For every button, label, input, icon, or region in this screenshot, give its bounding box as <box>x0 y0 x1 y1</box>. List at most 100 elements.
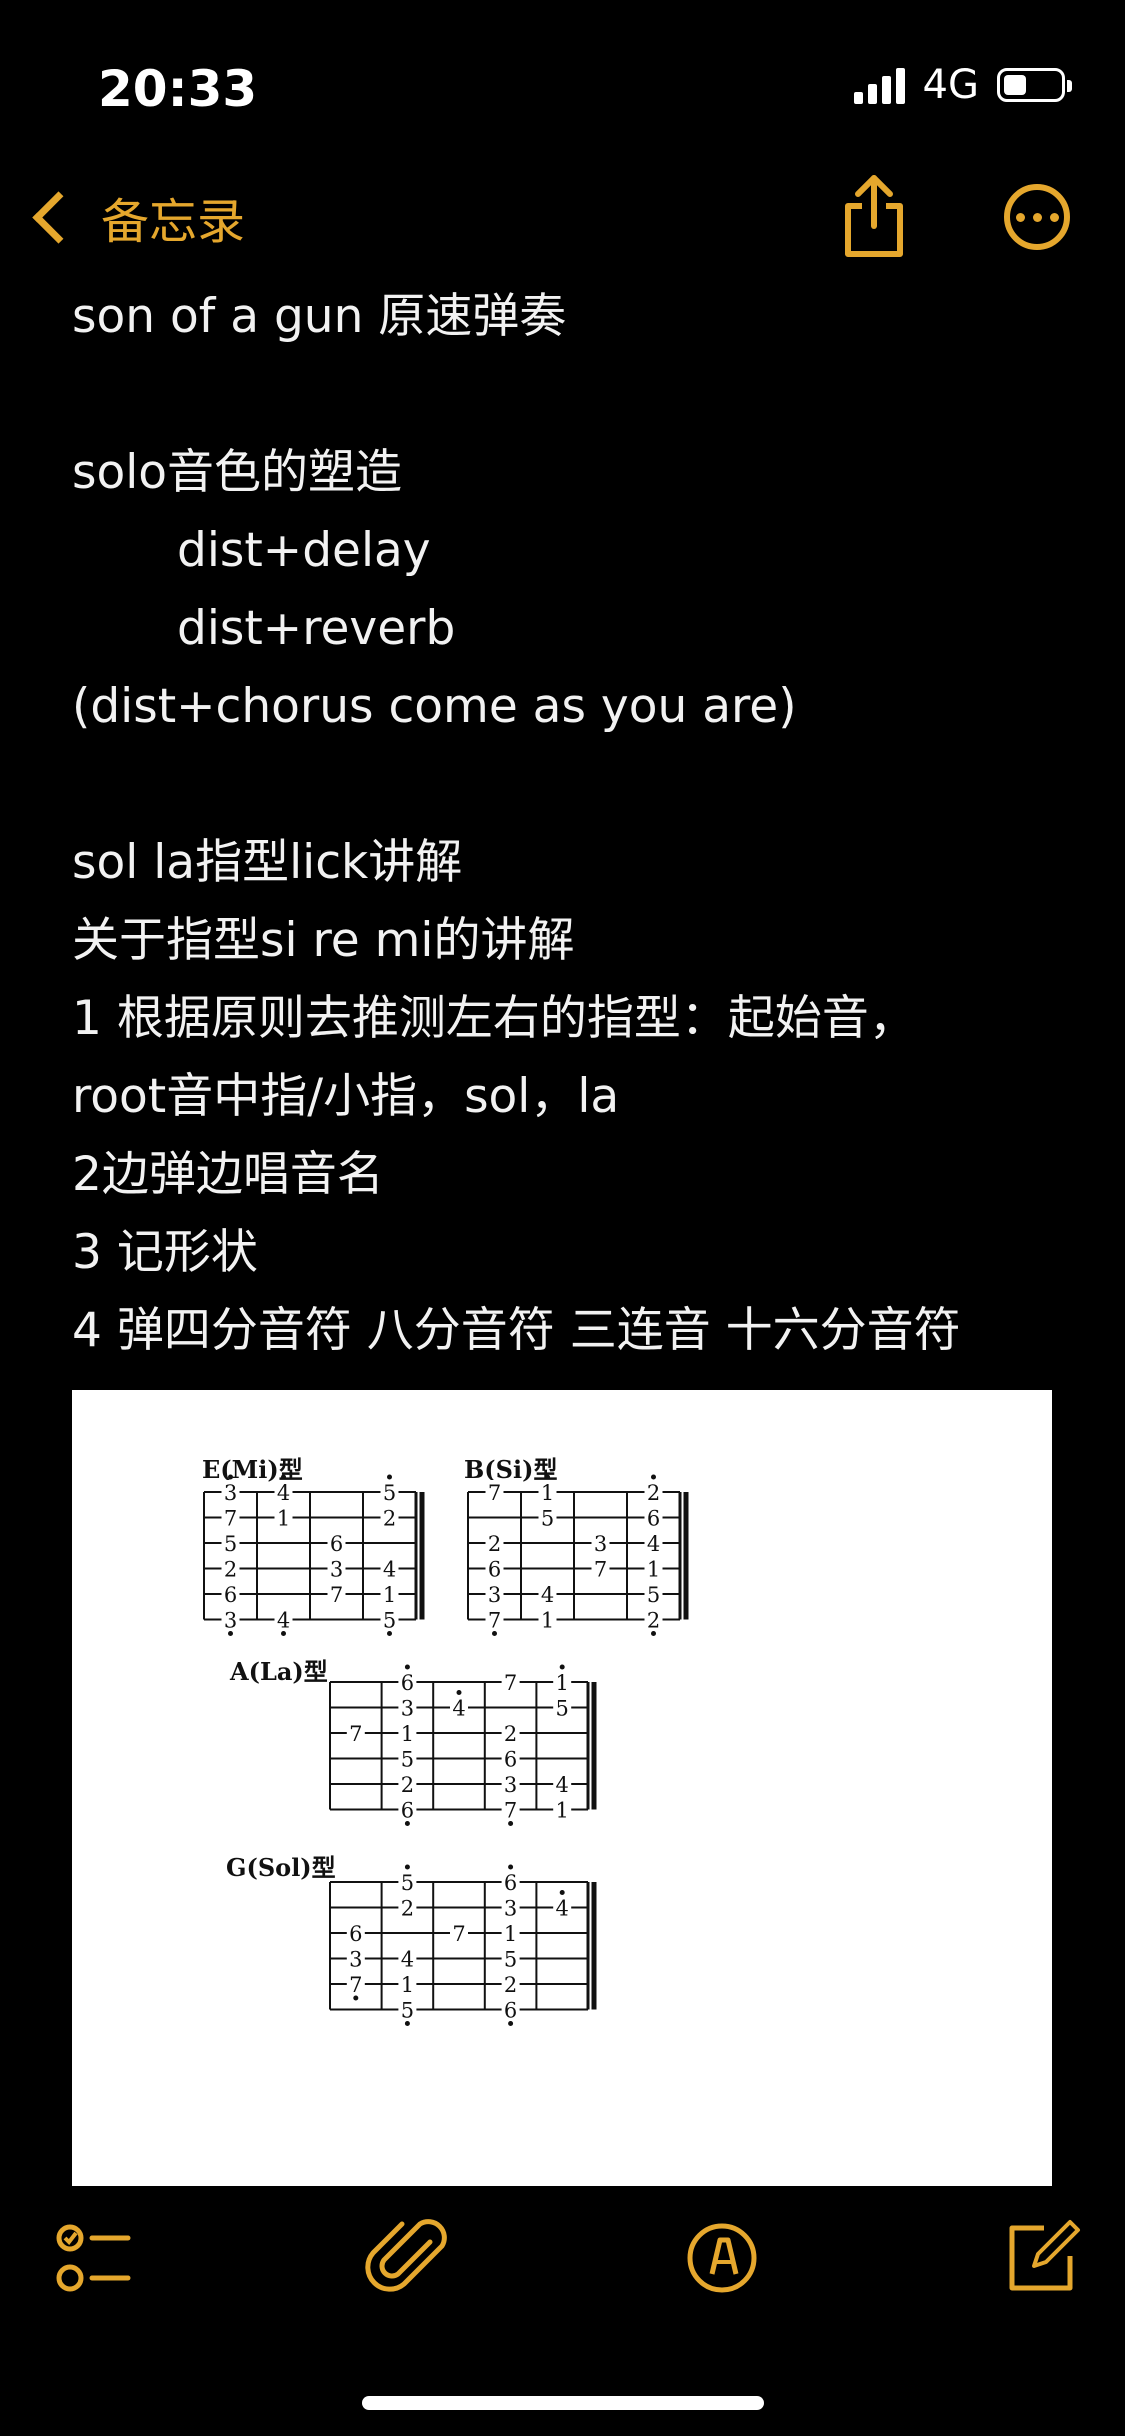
note-number: 3 <box>224 1609 237 1633</box>
back-button[interactable]: 备忘录 <box>26 182 245 252</box>
cellular-signal-icon <box>853 66 905 104</box>
note-number: 4 <box>401 1948 414 1972</box>
fretboard-diagrams: E(Mi)型37526341463752415B(Si)型72637154137… <box>202 1455 689 2026</box>
note-number: 7 <box>349 1722 362 1746</box>
note-number: 7 <box>488 1481 501 1505</box>
network-type: 4G <box>922 62 979 108</box>
markup-icon[interactable] <box>672 2208 772 2308</box>
note-number: 2 <box>647 1609 660 1633</box>
note-number: 6 <box>330 1532 343 1556</box>
note-number: 2 <box>224 1558 237 1582</box>
diagram-title: B(Si)型 <box>464 1455 557 1484</box>
battery-icon <box>997 68 1072 102</box>
embedded-image[interactable]: E(Mi)型 3 7 5 2 6 3 4 1 4 6 3 7 5 2 4 1 5 B(Si)型 7 2 6 3 7 1 5 4 1 3 7… <box>72 1390 1052 2187</box>
note-number: 7 <box>488 1609 501 1633</box>
note-number: 6 <box>504 1871 517 1895</box>
note-number: 5 <box>541 1507 554 1531</box>
note-number: 5 <box>224 1532 237 1556</box>
nav-bar: 备忘录 <box>0 170 1125 280</box>
note-number: 7 <box>224 1507 237 1531</box>
note-number: 3 <box>504 1897 517 1921</box>
note-number: 1 <box>647 1558 660 1582</box>
octave-dot <box>508 1864 514 1870</box>
checklist-icon[interactable] <box>46 2208 146 2308</box>
diagram-title: E(Mi)型 <box>202 1455 303 1484</box>
note-number: 1 <box>401 1973 414 1997</box>
note-number: 2 <box>401 1897 414 1921</box>
note-line: 3 记形状 <box>72 1225 258 1280</box>
note-line: sol la指型lick讲解 <box>72 835 463 890</box>
note-line: (dist+chorus come as you are) <box>72 679 797 734</box>
note-number: 6 <box>349 1922 362 1946</box>
note-number: 6 <box>401 1671 414 1695</box>
octave-dot <box>404 1664 410 1670</box>
note-line: 2边弹边唱音名 <box>72 1147 384 1202</box>
note-number: 1 <box>401 1722 414 1746</box>
note-number: 7 <box>349 1973 362 1997</box>
bottom-toolbar <box>0 2186 1125 2336</box>
note-number: 1 <box>541 1481 554 1505</box>
note-number: 5 <box>383 1609 396 1633</box>
octave-dot <box>559 1664 565 1670</box>
octave-dot <box>353 1995 359 2001</box>
note-line: 关于指型si re mi的讲解 <box>72 913 575 968</box>
note-line: 4 弹四分音符 八分音符 三连音 十六分音符 <box>72 1303 961 1358</box>
octave-dot <box>559 1890 565 1895</box>
note-number: 7 <box>452 1922 465 1946</box>
note-number: 2 <box>383 1507 396 1531</box>
octave-dot <box>404 1821 410 1826</box>
note-number: 2 <box>488 1532 501 1556</box>
note-line: solo音色的塑造 <box>72 445 403 500</box>
note-number: 3 <box>594 1532 607 1556</box>
note-number: 5 <box>401 1871 414 1895</box>
note-number: 4 <box>452 1697 465 1721</box>
note-number: 1 <box>277 1507 290 1531</box>
note-number: 2 <box>647 1481 660 1505</box>
note-number: 1 <box>504 1922 517 1946</box>
attachment-icon[interactable] <box>358 2208 458 2308</box>
note-number: 4 <box>277 1609 290 1633</box>
note-number: 5 <box>401 1999 414 2023</box>
note-number: 4 <box>541 1583 554 1607</box>
note-body[interactable]: son of a gun 原速弹奏 solo音色的塑造 dist+delay d… <box>72 278 1082 1370</box>
status-bar: 20:33 4G <box>0 0 1125 170</box>
more-options-button[interactable] <box>1004 184 1070 250</box>
octave-dot <box>651 1631 656 1636</box>
note-line <box>72 356 1082 434</box>
note-line: root音中指/小指，sol，la <box>72 1069 620 1124</box>
note-number: 4 <box>556 1773 569 1797</box>
note-number: 1 <box>541 1609 554 1633</box>
note-number: 6 <box>401 1799 414 1823</box>
note-number: 4 <box>556 1897 569 1921</box>
share-icon[interactable] <box>838 170 910 260</box>
status-indicators: 4G <box>853 62 1072 108</box>
octave-dot <box>387 1474 392 1480</box>
status-time: 20:33 <box>98 60 258 118</box>
note-number: 5 <box>504 1948 517 1972</box>
note-number: 3 <box>401 1697 414 1721</box>
octave-dot <box>508 1821 514 1826</box>
octave-dot <box>508 2021 514 2026</box>
octave-dot <box>228 1631 233 1636</box>
dot-icon <box>1015 212 1025 222</box>
note-number: 6 <box>488 1558 501 1582</box>
octave-dot <box>228 1474 233 1480</box>
octave-dot <box>404 2021 410 2026</box>
compose-icon[interactable] <box>990 2208 1090 2308</box>
note-number: 5 <box>383 1481 396 1505</box>
octave-dot <box>545 1474 550 1480</box>
note-number: 5 <box>556 1697 569 1721</box>
home-indicator <box>362 2396 764 2410</box>
note-number: 3 <box>488 1583 501 1607</box>
dot-icon <box>1032 212 1042 222</box>
note-number: 6 <box>224 1583 237 1607</box>
octave-dot <box>492 1631 497 1636</box>
back-label: 备忘录 <box>101 194 246 250</box>
note-number: 6 <box>504 1748 517 1772</box>
note-number: 3 <box>349 1948 362 1972</box>
note-number: 1 <box>556 1799 569 1823</box>
octave-dot <box>281 1631 286 1636</box>
note-number: 3 <box>224 1481 237 1505</box>
note-line <box>72 746 1082 824</box>
diagram-title: A(La)型 <box>229 1657 328 1686</box>
